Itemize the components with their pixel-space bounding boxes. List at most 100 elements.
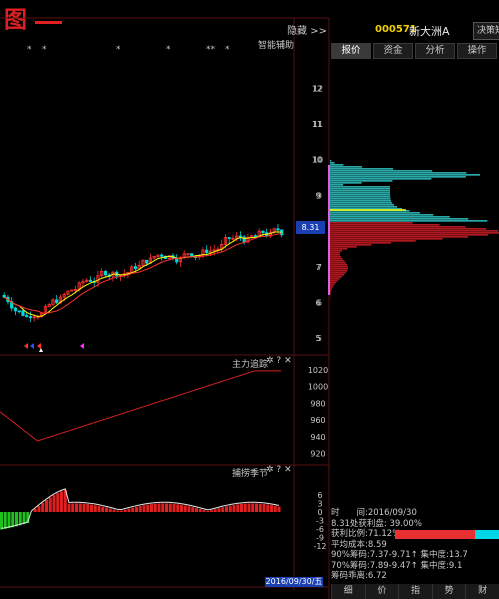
- season-bar: [60, 491, 63, 512]
- season-bar: [41, 502, 45, 512]
- season-bar: [138, 505, 142, 512]
- tab-finance[interactable]: 财: [465, 584, 499, 599]
- chip-bar: [330, 274, 344, 276]
- chip-bar: [330, 166, 363, 168]
- panel2-tick-label: -12: [313, 542, 326, 551]
- chip-bar: [330, 254, 340, 256]
- season-bar: [86, 504, 90, 512]
- chip-bar: [330, 238, 443, 240]
- tab-analysis[interactable]: 分析: [415, 43, 455, 59]
- stock-name: 新大洲A: [409, 25, 450, 38]
- panel1-tick-label: 980: [310, 399, 325, 408]
- chip-bar: [330, 244, 372, 246]
- chip-bar: [330, 250, 343, 252]
- tab-index[interactable]: 指: [398, 584, 432, 599]
- tab-operation[interactable]: 操作: [457, 43, 497, 59]
- tab-funds[interactable]: 资金: [373, 43, 413, 59]
- chip-bar: [330, 196, 391, 198]
- season-bar: [195, 508, 198, 512]
- chip-bar: [330, 248, 348, 250]
- stock-header: 000571 新大洲A 决策矩: [331, 20, 499, 42]
- season-bar: [255, 503, 258, 512]
- panel1-title: 主力追踪: [232, 360, 269, 370]
- settings-icon[interactable]: ✲: [266, 465, 274, 475]
- chip-bar: [330, 290, 332, 292]
- chip-distribution: [328, 160, 499, 320]
- chip-tick-label: 10: [312, 156, 322, 165]
- fishing-season-panel: [0, 488, 281, 530]
- chip-bar: [330, 188, 391, 190]
- panel1-axis-ticks: 1020 1000 980 960 940 920: [308, 366, 328, 459]
- tab-detail[interactable]: 细: [331, 584, 365, 599]
- chip-bar: [330, 178, 432, 180]
- season-bar: [191, 507, 195, 512]
- tab-quote[interactable]: 报价: [331, 43, 371, 59]
- season-bar: [165, 503, 168, 512]
- season-bar: [127, 508, 131, 512]
- season-bar: [93, 505, 97, 512]
- chip-bar: [330, 190, 391, 192]
- hide-button[interactable]: 隐藏 >>: [287, 22, 327, 37]
- season-bar: [67, 503, 71, 512]
- season-bar: [0, 512, 3, 530]
- ma-line: [3, 232, 282, 314]
- star-marker: *: [27, 45, 32, 55]
- season-bar: [37, 505, 41, 512]
- settings-icon[interactable]: ✲: [266, 356, 274, 366]
- chip-range-bar: [328, 165, 330, 295]
- candle-body: [103, 271, 108, 276]
- current-price-label: 8.31: [296, 221, 325, 234]
- chip-bar: [330, 260, 345, 262]
- chip-bar: [330, 228, 487, 230]
- chip-bar: [330, 164, 344, 166]
- season-bar: [180, 504, 183, 512]
- season-bar: [116, 510, 120, 512]
- panel1-icons: ✲ ? ✕: [266, 356, 292, 366]
- season-bar: [33, 508, 37, 512]
- tab-trend[interactable]: 势: [431, 584, 466, 599]
- chip-bar: [330, 242, 392, 244]
- chip-bar: [330, 220, 488, 222]
- season-bar: [168, 503, 172, 512]
- indicator-title[interactable]: 智能辅助: [258, 38, 294, 51]
- loss-bar: [475, 530, 499, 539]
- chip-bar: [330, 234, 489, 236]
- season-bar: [11, 512, 15, 528]
- help-icon[interactable]: ?: [276, 465, 281, 475]
- signal-arrow: [80, 343, 84, 349]
- chip-bar: [330, 258, 343, 260]
- season-bar: [213, 509, 217, 512]
- season-bar: [71, 503, 75, 512]
- chip-bar: [330, 288, 332, 290]
- chip-bar: [330, 222, 413, 224]
- season-bar: [131, 507, 135, 512]
- decision-matrix-button[interactable]: 决策矩: [473, 22, 499, 40]
- season-bar: [176, 504, 180, 512]
- chip-bar: [330, 284, 335, 286]
- chip-bar: [330, 180, 393, 182]
- candlestick-series: [2, 223, 284, 322]
- close-icon[interactable]: ✕: [284, 356, 292, 366]
- chip-bar: [330, 176, 466, 178]
- chip-tick-label: 7: [317, 263, 322, 272]
- chip-bar: [330, 292, 331, 294]
- chip-tick-label: 5: [317, 334, 322, 343]
- panel2-icons: ✲ ? ✕: [266, 465, 292, 475]
- help-icon[interactable]: ?: [276, 356, 281, 366]
- season-bar: [172, 503, 176, 512]
- chip-bar: [330, 162, 335, 164]
- candle-body: [2, 294, 6, 298]
- close-icon[interactable]: ✕: [284, 465, 292, 475]
- chip-bar: [330, 172, 467, 174]
- season-bar: [82, 503, 86, 512]
- chip-bar: [330, 200, 392, 202]
- tab-price[interactable]: 价: [364, 584, 399, 599]
- chip-bar: [330, 276, 342, 278]
- season-bar: [120, 510, 123, 512]
- season-bar: [123, 509, 127, 512]
- season-bar: [18, 512, 22, 526]
- season-bar: [56, 493, 60, 512]
- chip-bar: [330, 240, 416, 242]
- chip-bar: [330, 214, 434, 216]
- signal-arrow: [30, 343, 34, 349]
